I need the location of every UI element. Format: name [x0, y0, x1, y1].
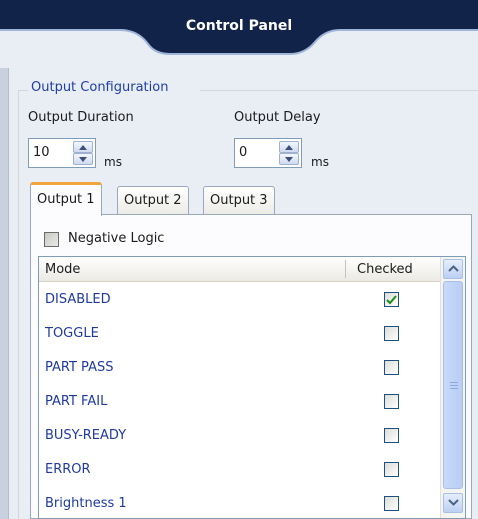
output-delay-spinner[interactable]: 0	[234, 138, 302, 168]
output-duration-label: Output Duration	[28, 110, 134, 125]
mode-table: Mode Checked DISABLED TOGGLE PART PASS P…	[38, 256, 466, 519]
table-row[interactable]: TOGGLE	[39, 317, 441, 351]
output-duration-value[interactable]: 10	[33, 145, 50, 160]
mode-cell: TOGGLE	[45, 326, 99, 341]
left-panel-edge	[0, 68, 9, 519]
arrow-down-icon[interactable]	[279, 153, 299, 165]
output-configuration-label: Output Configuration	[28, 80, 172, 95]
control-panel-header: Control Panel	[0, 0, 478, 68]
table-row[interactable]: Brightness 1	[39, 487, 441, 518]
output-delay-value[interactable]: 0	[239, 145, 247, 160]
output-delay-unit: ms	[311, 155, 329, 169]
tab-output-1-label: Output 1	[37, 192, 95, 207]
group-border-top-left	[18, 90, 28, 91]
tab-output-1[interactable]: Output 1	[30, 182, 102, 216]
tab-output-3-label: Output 3	[210, 193, 268, 208]
tab-output-3[interactable]: Output 3	[203, 186, 275, 214]
table-header: Mode Checked	[39, 257, 441, 282]
column-header-mode[interactable]: Mode	[45, 262, 80, 277]
grip-line	[450, 382, 458, 383]
negative-logic-checkbox[interactable]	[44, 232, 59, 247]
table-row[interactable]: PART PASS	[39, 351, 441, 385]
checked-checkbox[interactable]	[384, 394, 399, 409]
mode-cell: BUSY-READY	[45, 428, 127, 443]
scroll-up-icon[interactable]	[443, 259, 463, 279]
arrow-up-icon[interactable]	[73, 141, 93, 153]
scrollbar-thumb[interactable]	[443, 281, 463, 489]
table-row[interactable]: DISABLED	[39, 283, 441, 317]
column-header-checked[interactable]: Checked	[357, 262, 413, 277]
output-duration-unit: ms	[104, 155, 122, 169]
table-row[interactable]: BUSY-READY	[39, 419, 441, 453]
mode-cell: ERROR	[45, 462, 91, 477]
group-border-left	[18, 90, 19, 519]
tab-output-2-label: Output 2	[124, 193, 182, 208]
header-title: Control Panel	[185, 18, 293, 34]
scroll-down-icon[interactable]	[443, 493, 463, 513]
arrow-down-icon[interactable]	[73, 153, 93, 165]
checked-checkbox[interactable]	[384, 326, 399, 341]
vertical-scrollbar[interactable]	[440, 257, 465, 518]
checked-checkbox[interactable]	[384, 360, 399, 375]
mode-cell: Brightness 1	[45, 496, 127, 511]
tab-output-2[interactable]: Output 2	[117, 186, 189, 214]
group-border-top-right	[200, 90, 478, 91]
header-background	[0, 0, 478, 68]
column-divider	[345, 260, 346, 278]
output-duration-spinner[interactable]: 10	[28, 138, 96, 168]
output-delay-label: Output Delay	[234, 110, 321, 125]
checked-checkbox[interactable]	[384, 428, 399, 443]
grip-line	[450, 385, 458, 386]
checked-checkbox[interactable]	[384, 292, 399, 307]
table-row[interactable]: PART FAIL	[39, 385, 441, 419]
arrow-up-icon[interactable]	[279, 141, 299, 153]
grip-line	[450, 388, 458, 389]
checkmark-icon	[386, 295, 397, 305]
mode-cell: PART FAIL	[45, 394, 108, 409]
mode-cell: PART PASS	[45, 360, 114, 375]
checked-checkbox[interactable]	[384, 462, 399, 477]
negative-logic-label: Negative Logic	[68, 231, 165, 246]
mode-cell: DISABLED	[45, 292, 111, 307]
checked-checkbox[interactable]	[384, 496, 399, 511]
table-row[interactable]: ERROR	[39, 453, 441, 487]
